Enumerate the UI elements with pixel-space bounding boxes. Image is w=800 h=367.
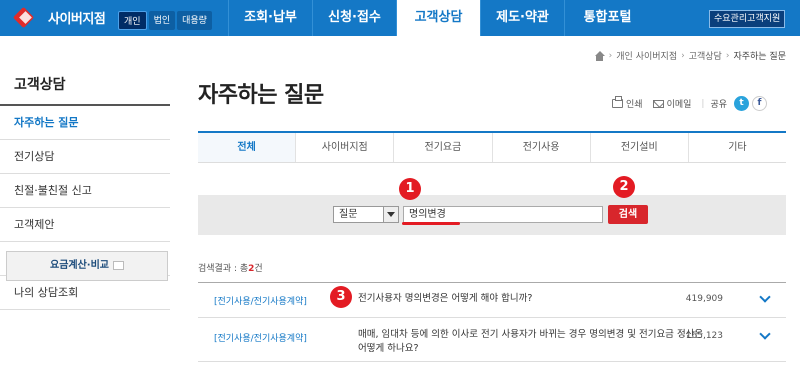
home-icon[interactable]	[594, 50, 605, 61]
tab-cyber-branch[interactable]: 사이버지점	[296, 133, 395, 162]
printer-icon	[612, 96, 623, 108]
faq-row[interactable]: [전기사용/전기사용계약] 매매, 임대차 등에 의한 이사로 전기 사용자가 …	[198, 318, 786, 362]
site-type-corporate[interactable]: 법인	[148, 11, 176, 30]
twitter-icon[interactable]: t	[734, 96, 750, 111]
print-button[interactable]: 인쇄	[612, 96, 643, 110]
category-tabs: 전체 사이버지점 전기요금 전기사용 전기설비 기타	[198, 131, 786, 163]
chevron-down-icon[interactable]	[759, 291, 771, 303]
chevron-down-icon[interactable]	[759, 328, 771, 340]
demand-management-button[interactable]: 수요관리고객지원	[709, 10, 786, 28]
tab-electric-facilities[interactable]: 전기설비	[591, 133, 689, 162]
search-panel: 질문 명의변경 검색	[198, 195, 786, 235]
sidebar-item-my-consultations[interactable]: 나의 상담조회	[0, 276, 170, 310]
facebook-icon[interactable]: f	[752, 96, 768, 111]
fee-calculator-button[interactable]: 요금계산·비교	[6, 251, 168, 281]
search-field-select[interactable]: 질문	[333, 206, 399, 223]
chevron-right-icon: ›	[725, 50, 730, 61]
fee-calculator-label: 요금계산·비교	[50, 260, 109, 271]
mail-icon	[652, 99, 664, 108]
search-result-count: 검색결과 : 총2건	[198, 261, 263, 274]
result-prefix: 검색결과 : 총	[198, 264, 249, 274]
sidebar-item-electric-consult[interactable]: 전기상담	[0, 140, 170, 174]
annotation-badge-2: 2	[613, 176, 635, 198]
nav-application[interactable]: 신청·접수	[312, 0, 396, 36]
main-nav: 조회·납부 신청·접수 고객상담 제도·약관 통합포털	[228, 0, 650, 36]
faq-view-count: 419,909	[685, 294, 723, 304]
chevron-right-icon: ›	[681, 50, 685, 61]
breadcrumb-item[interactable]: 고객상담	[689, 49, 722, 62]
share-label: 공유	[710, 100, 728, 110]
site-type-personal[interactable]: 개인	[118, 11, 147, 30]
tab-other[interactable]: 기타	[689, 133, 786, 162]
nav-policy-terms[interactable]: 제도·약관	[480, 0, 564, 36]
annotation-badge-1: 1	[399, 178, 421, 200]
nav-inquiry-payment[interactable]: 조회·납부	[228, 0, 312, 36]
search-button[interactable]: 검색	[608, 205, 648, 224]
sidebar-item-suggestion[interactable]: 고객제안	[0, 208, 170, 242]
breadcrumb-current: 자주하는 질문	[733, 52, 786, 62]
select-value: 질문	[339, 209, 358, 220]
print-label: 인쇄	[626, 100, 643, 110]
sidebar-item-faq[interactable]: 자주하는 질문	[0, 106, 170, 140]
sidebar-item-kindness-report[interactable]: 친절·불친절 신고	[0, 174, 170, 208]
site-type-switcher: 개인 법인 대용량	[118, 11, 214, 30]
result-suffix: 건	[254, 264, 263, 274]
tab-all[interactable]: 전체	[198, 133, 297, 162]
tab-electric-usage[interactable]: 전기사용	[493, 133, 591, 162]
search-input[interactable]: 명의변경	[403, 206, 603, 223]
site-type-bulk[interactable]: 대용량	[177, 11, 212, 30]
page-title: 자주하는 질문	[198, 83, 324, 108]
nav-integrated-portal[interactable]: 통합포털	[564, 0, 650, 36]
chevron-right-icon: ›	[608, 50, 613, 61]
calculator-icon	[113, 260, 124, 270]
site-logo[interactable]: 사이버지점	[12, 6, 106, 28]
faq-row[interactable]: [전기사용/전기사용계약] 전기사용자 명의변경은 어떻게 해야 합니까? 41…	[198, 283, 786, 318]
faq-category: [전기사용/전기사용계약]	[214, 297, 307, 307]
chevron-down-icon[interactable]	[383, 207, 398, 222]
page-tools: 인쇄 이메일 | 공유 t f	[612, 96, 768, 111]
top-navigation-bar: 사이버지점 개인 법인 대용량 조회·납부 신청·접수 고객상담 제도·약관 통…	[0, 0, 800, 36]
breadcrumb: › 개인 사이버지점 › 고객상담 › 자주하는 질문	[594, 49, 786, 62]
faq-view-count: 165,123	[685, 331, 723, 341]
faq-question[interactable]: 전기사용자 명의변경은 어떻게 해야 합니까?	[358, 292, 708, 306]
faq-category: [전기사용/전기사용계약]	[214, 334, 307, 344]
faq-question[interactable]: 매매, 임대차 등에 의한 이사로 전기 사용자가 바뀌는 경우 명의변경 및 …	[358, 328, 708, 356]
tab-electric-rates[interactable]: 전기요금	[394, 133, 493, 162]
faq-list: [전기사용/전기사용계약] 전기사용자 명의변경은 어떻게 해야 합니까? 41…	[198, 282, 786, 362]
nav-customer-service[interactable]: 고객상담	[396, 0, 480, 36]
kepco-logo-icon	[12, 6, 38, 28]
breadcrumb-item[interactable]: 개인 사이버지점	[616, 49, 677, 62]
email-label: 이메일	[666, 100, 692, 110]
sidebar-title: 고객상담	[0, 74, 170, 106]
logo-text: 사이버지점	[48, 12, 106, 27]
highlight-underline	[402, 222, 460, 225]
divider: |	[701, 98, 705, 109]
email-button[interactable]: 이메일	[652, 97, 692, 110]
